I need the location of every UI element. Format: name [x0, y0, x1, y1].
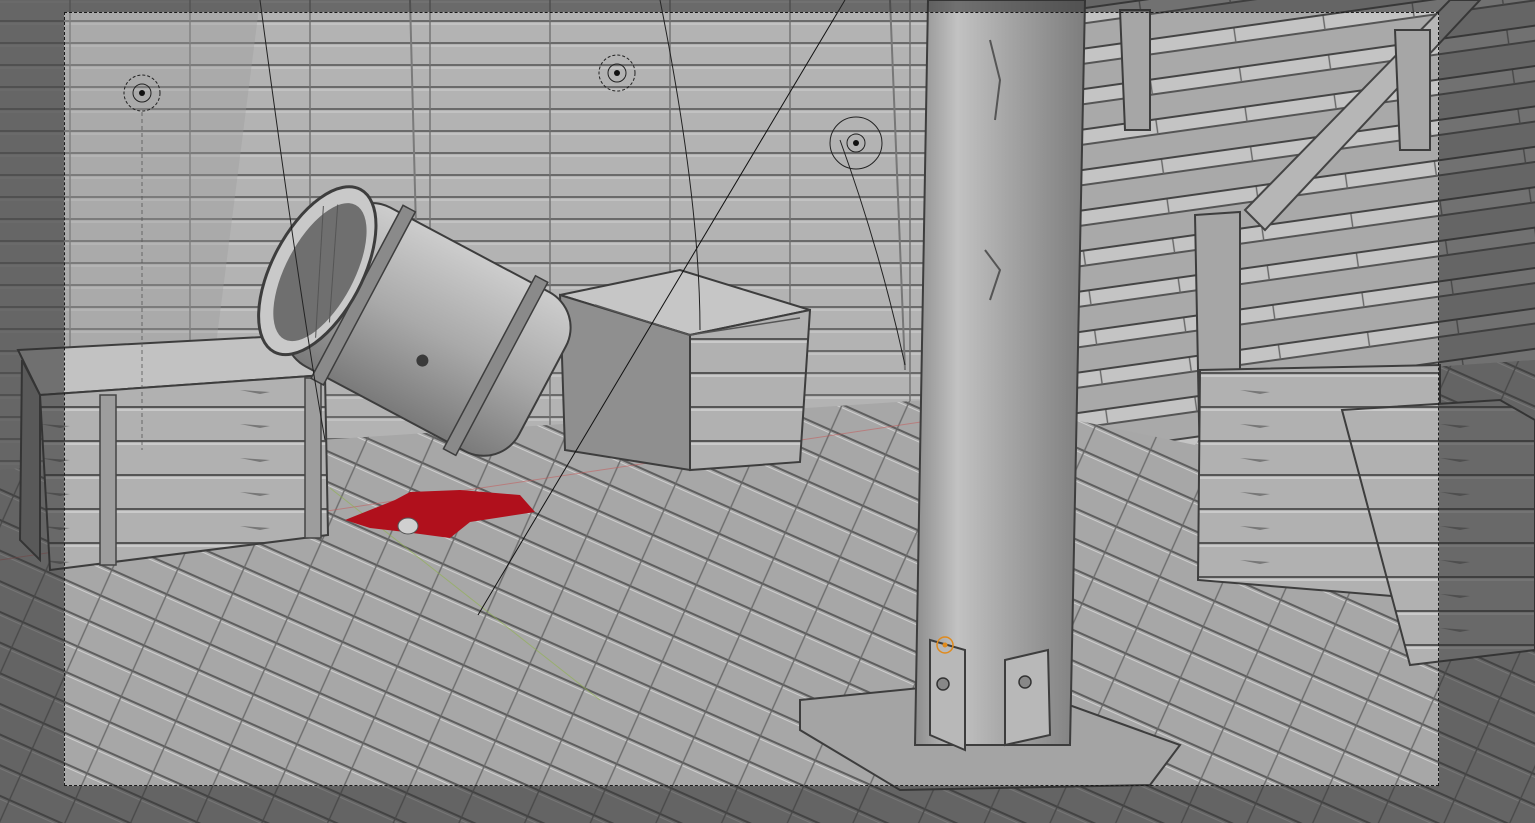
3d-viewport[interactable]	[0, 0, 1535, 823]
scene-render[interactable]	[0, 0, 1535, 823]
crate-middle[interactable]	[558, 268, 812, 472]
crate-left[interactable]	[16, 333, 330, 572]
